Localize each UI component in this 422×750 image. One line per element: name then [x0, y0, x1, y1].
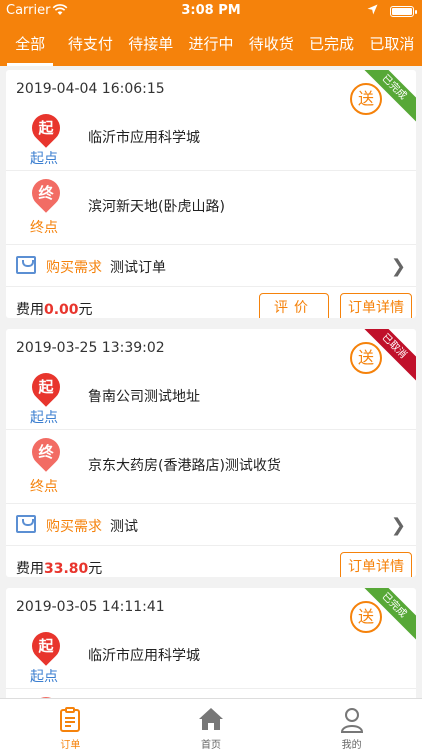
- order-date: 2019-03-25 13:39:02: [16, 340, 165, 356]
- requirement-row[interactable]: 购买需求 测试 ❯: [6, 503, 416, 545]
- tab-completed[interactable]: 已完成: [301, 22, 361, 66]
- end-location-row: 终 终点 京东大药房(香港路店)测试收货: [6, 429, 416, 503]
- order-list[interactable]: 2019-04-04 16:06:15 已完成 送 起 起点 临沂市应用科学城 …: [0, 66, 422, 698]
- end-location-row: [6, 688, 416, 698]
- tab-in-progress[interactable]: 进行中: [181, 22, 241, 66]
- order-detail-button[interactable]: 订单详情: [340, 293, 412, 318]
- tabbar-orders[interactable]: 订单: [0, 699, 141, 750]
- end-pin-icon: [26, 691, 66, 698]
- start-pin-icon: 起: [26, 108, 66, 148]
- chevron-right-icon: ❯: [390, 515, 406, 536]
- order-icon: [60, 707, 81, 732]
- start-label: 起点: [30, 410, 58, 426]
- clock: 3:08 PM: [181, 3, 241, 18]
- start-address: 临沂市应用科学城: [88, 648, 200, 664]
- battery-icon: [390, 6, 417, 17]
- tab-pending-accept[interactable]: 待接单: [121, 22, 181, 66]
- start-label: 起点: [30, 151, 58, 167]
- end-label: 终点: [30, 220, 58, 236]
- tab-pending-receipt[interactable]: 待收货: [241, 22, 301, 66]
- tabbar-label: 订单: [60, 740, 81, 750]
- status-bar: Carrier 3:08 PM: [0, 0, 422, 22]
- start-location-row: 起 起点 临沂市应用科学城: [6, 626, 416, 688]
- requirement-label: 购买需求: [46, 260, 102, 276]
- shopping-bag-icon: [16, 515, 36, 533]
- tabbar-label: 我的: [341, 740, 362, 750]
- requirement-row[interactable]: 购买需求 测试订单 ❯: [6, 244, 416, 286]
- profile-icon: [340, 708, 363, 733]
- tabbar-home[interactable]: 首页: [141, 699, 282, 750]
- fee-text: 费用0.00元: [16, 302, 93, 318]
- order-card[interactable]: 2019-03-25 13:39:02 已取消 送 起 起点 鲁南公司测试地址 …: [6, 329, 416, 577]
- start-label: 起点: [30, 669, 58, 685]
- fee-text: 费用33.80元: [16, 561, 103, 577]
- end-label: 终点: [30, 479, 58, 495]
- fee-amount: 33.80: [44, 561, 89, 577]
- location-arrow-icon: [367, 4, 378, 15]
- start-pin-icon: 起: [26, 626, 66, 666]
- order-date: 2019-04-04 16:06:15: [16, 81, 165, 97]
- requirement-label: 购买需求: [46, 519, 102, 535]
- start-address: 临沂市应用科学城: [88, 130, 200, 146]
- fee-amount: 0.00: [44, 302, 79, 318]
- end-pin-icon: 终: [26, 173, 66, 213]
- tab-all[interactable]: 全部: [0, 22, 60, 66]
- tabbar-profile[interactable]: 我的: [281, 699, 422, 750]
- end-pin-icon: 终: [26, 432, 66, 472]
- review-button[interactable]: 评价: [259, 293, 329, 318]
- chevron-right-icon: ❯: [390, 256, 406, 277]
- end-location-row: 终 终点 滨河新天地(卧虎山路): [6, 170, 416, 244]
- order-card[interactable]: 2019-04-04 16:06:15 已完成 送 起 起点 临沂市应用科学城 …: [6, 70, 416, 318]
- tab-pending-payment[interactable]: 待支付: [60, 22, 120, 66]
- start-location-row: 起 起点 鲁南公司测试地址: [6, 367, 416, 429]
- order-date: 2019-03-05 14:11:41: [16, 599, 165, 615]
- shopping-bag-icon: [16, 256, 36, 274]
- order-detail-button[interactable]: 订单详情: [340, 552, 412, 577]
- end-address: 滨河新天地(卧虎山路): [88, 199, 225, 215]
- requirement-text: 测试订单: [110, 260, 166, 276]
- tabbar-label: 首页: [201, 740, 221, 750]
- start-pin-icon: 起: [26, 367, 66, 407]
- requirement-text: 测试: [110, 519, 138, 535]
- tab-cancelled[interactable]: 已取消: [362, 22, 422, 66]
- bottom-tab-bar: 订单 首页 我的: [0, 698, 422, 750]
- home-icon: [199, 708, 223, 730]
- end-address: 京东大药房(香港路店)测试收货: [88, 458, 281, 474]
- order-status-tabs: 全部 待支付 待接单 进行中 待收货 已完成 已取消: [0, 22, 422, 66]
- order-footer: 费用0.00元 评价 订单详情: [6, 286, 416, 318]
- order-footer: 费用33.80元 订单详情: [6, 545, 416, 577]
- order-card[interactable]: 2019-03-05 14:11:41 已完成 送 起 起点 临沂市应用科学城: [6, 588, 416, 698]
- start-location-row: 起 起点 临沂市应用科学城: [6, 108, 416, 170]
- start-address: 鲁南公司测试地址: [88, 389, 200, 405]
